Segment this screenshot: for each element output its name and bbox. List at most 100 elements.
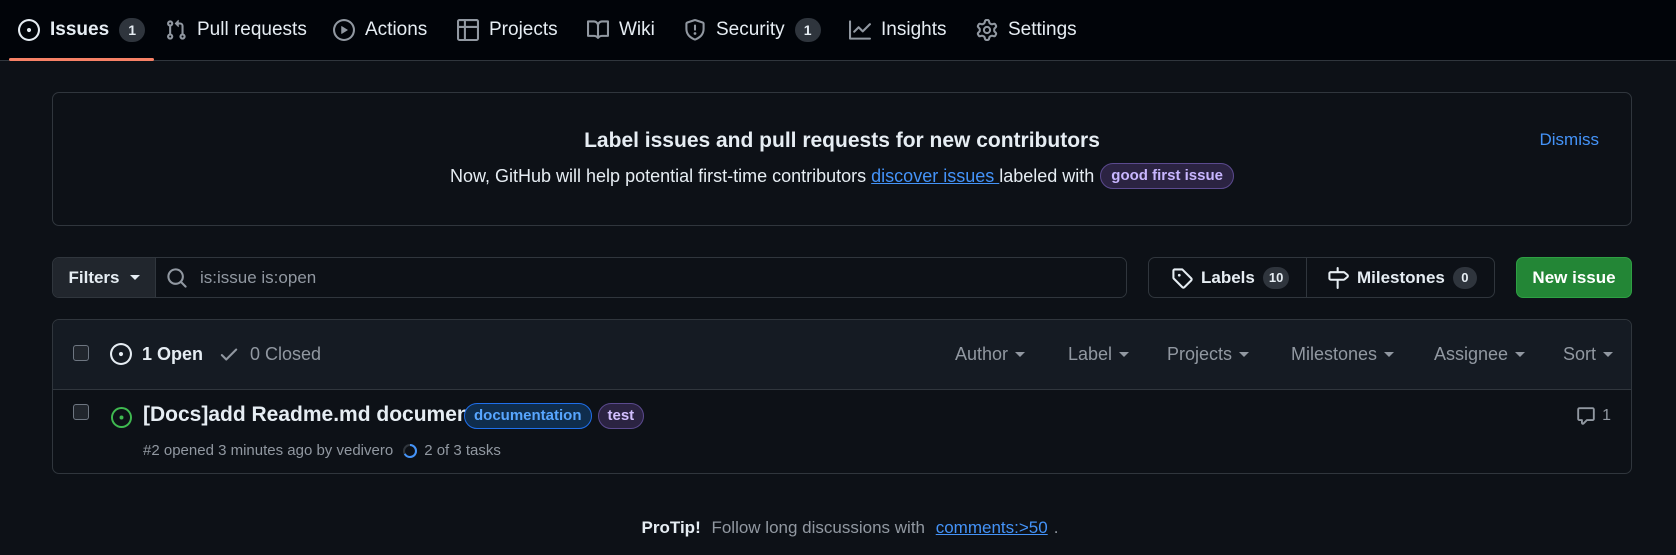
repo-nav: Issues 1 Pull requests Actions Projects … [0,0,1676,61]
tab-projects-label: Projects [489,19,558,40]
tab-insights[interactable]: Insights [840,0,955,60]
issue-opened-icon [111,407,132,428]
milestones-menu-label: Milestones [1291,344,1378,364]
milestones-filter-menu[interactable]: Milestones [1291,344,1395,365]
tab-settings-label: Settings [1008,19,1077,40]
tab-settings[interactable]: Settings [967,0,1086,60]
sort-menu-label: Sort [1563,344,1597,364]
task-progress-text: 2 of 3 tasks [424,442,501,459]
closed-issues-label: 0 Closed [250,343,322,364]
protip-end: . [1053,518,1059,537]
chevron-down-icon [1119,352,1130,357]
dismiss-button[interactable]: Dismiss [1540,130,1600,150]
chevron-down-icon [1384,352,1395,357]
label-documentation[interactable]: documentation [464,403,592,429]
label-filter-menu[interactable]: Label [1068,344,1130,365]
issue-opened-icon [18,19,40,41]
new-issue-button[interactable]: New issue [1516,257,1632,298]
labels-milestones-group: Labels 10 Milestones 0 [1148,257,1495,298]
book-icon [587,19,609,41]
protip-heading: ProTip! [641,518,701,537]
chevron-down-icon [1603,352,1614,357]
banner-text-after: labeled with [999,165,1095,186]
issue-row[interactable]: [Docs]add Readme.md document documentati… [53,390,1631,473]
tab-security[interactable]: Security 1 [675,0,830,60]
labels-counter: 10 [1262,266,1290,289]
tab-issues[interactable]: Issues 1 [9,0,155,61]
projects-menu-label: Projects [1167,344,1233,364]
comment-icon [1576,406,1596,426]
label-test[interactable]: test [597,403,645,429]
tab-issues-label: Issues [50,19,110,40]
tab-insights-label: Insights [881,19,947,40]
tab-actions[interactable]: Actions [324,0,436,60]
issue-meta-text: #2 opened 3 minutes ago by vedivero [143,442,394,459]
author-filter-menu[interactable]: Author [955,344,1026,365]
tab-wiki[interactable]: Wiki [578,0,664,60]
filters-button[interactable]: Filters [53,258,156,297]
good-first-issue-label[interactable]: good first issue [1100,163,1234,189]
git-pull-request-icon [165,19,187,41]
protip: ProTip! Follow long discussions with com… [0,518,1676,538]
chevron-down-icon [1515,352,1526,357]
task-progress: 2 of 3 tasks [402,442,501,459]
issue-labels: documentation test [464,403,645,429]
comments-link[interactable]: 1 [1576,406,1611,426]
issue-meta: #2 opened 3 minutes ago by vedivero 2 of… [143,442,501,459]
assignee-filter-menu[interactable]: Assignee [1434,344,1526,365]
tab-pull-requests[interactable]: Pull requests [156,0,316,60]
shield-icon [684,19,706,41]
filters-bar: Filters [52,257,1127,298]
issue-search-input[interactable] [200,267,1126,288]
tab-security-label: Security [716,19,785,40]
issue-title-link[interactable]: [Docs]add Readme.md document [143,403,477,427]
milestones-counter: 0 [1452,266,1477,289]
banner-title: Label issues and pull requests for new c… [584,129,1100,152]
search-box [156,258,1126,297]
issue-checkbox[interactable] [73,404,89,420]
assignee-menu-label: Assignee [1434,344,1509,364]
discover-issues-link[interactable]: discover issues [871,166,999,187]
chevron-down-icon [1239,352,1250,357]
search-icon [166,267,188,289]
new-contributors-banner: Label issues and pull requests for new c… [52,92,1632,226]
sort-menu[interactable]: Sort [1563,344,1614,365]
open-issues-label: 1 Open [142,343,204,364]
comments-count: 1 [1602,407,1611,424]
protip-text: Follow long discussions with [706,518,930,537]
tag-icon [1171,267,1193,289]
graph-icon [849,19,871,41]
tab-actions-label: Actions [365,19,428,40]
closed-issues-tab[interactable]: 0 Closed [218,343,321,365]
author-menu-label: Author [955,344,1009,364]
banner-text: Now, GitHub will help potential first-ti… [53,163,1631,189]
milestone-icon [1327,266,1349,289]
labels-button-label: Labels [1201,267,1255,287]
issue-opened-icon [110,343,132,365]
milestones-button[interactable]: Milestones 0 [1307,258,1494,297]
banner-text-before: Now, GitHub will help potential first-ti… [450,165,872,186]
chevron-down-icon [1015,352,1026,357]
issues-list: 1 Open 0 Closed Author Label Projects Mi… [52,319,1632,474]
gear-icon [976,19,998,41]
play-icon [333,19,355,41]
tab-pull-requests-label: Pull requests [197,19,307,40]
tab-wiki-label: Wiki [619,19,655,40]
security-counter: 1 [794,18,821,42]
task-progress-ring-icon [403,443,418,458]
tab-projects[interactable]: Projects [448,0,567,60]
labels-button[interactable]: Labels 10 [1149,258,1307,297]
filters-button-label: Filters [68,267,120,287]
milestones-button-label: Milestones [1357,267,1445,287]
check-icon [218,343,240,365]
label-menu-label: Label [1068,344,1113,364]
issues-list-header: 1 Open 0 Closed Author Label Projects Mi… [53,320,1631,390]
projects-filter-menu[interactable]: Projects [1167,344,1250,365]
issues-counter: 1 [119,18,146,42]
comments-filter-link[interactable]: comments:>50 [936,518,1048,538]
light-bulb-icon [618,519,636,537]
table-icon [457,19,479,41]
chevron-down-icon [129,275,140,280]
open-issues-tab[interactable]: 1 Open [110,343,203,365]
select-all-checkbox[interactable] [73,345,89,361]
